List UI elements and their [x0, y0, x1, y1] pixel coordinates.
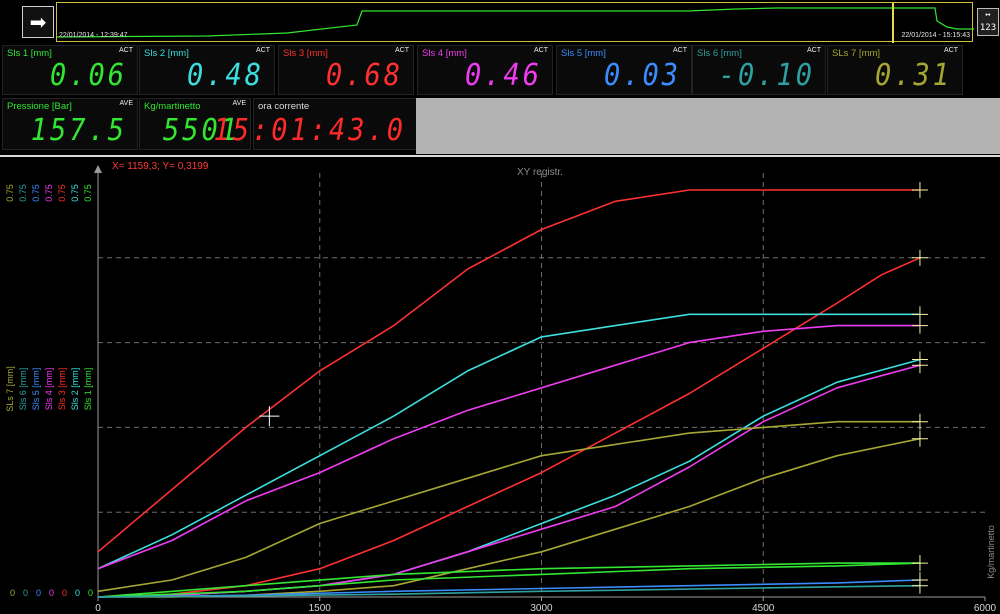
y-zero-value: 0 [75, 588, 80, 598]
y-zero-value: 0 [36, 588, 41, 598]
empty-panel-area [416, 98, 1000, 154]
y-axis-series-label: Sls 3 [mm] [57, 368, 67, 411]
gauge-panel[interactable]: Sls 4 [mm] ACT 0.46 [417, 45, 553, 95]
series-line [97, 358, 921, 598]
gauge-mode: AVE [232, 100, 247, 107]
y-zero-value: 0 [49, 588, 54, 598]
nav-glyph: ➡ [29, 10, 47, 34]
gauge-mode: ACT [807, 47, 821, 54]
gauge-panel[interactable]: Sls 6 [mm] ACT -0.10 [692, 45, 826, 95]
gauge-label: Kg/martinetto [144, 101, 201, 112]
gauge-mode: ACT [944, 47, 958, 54]
autoscale-123-icon[interactable]: ↔ 123 [977, 8, 999, 36]
x-tick-label: 1500 [309, 603, 332, 614]
gauge-mode: ACT [256, 47, 270, 54]
y-axis-series-label: Sls 2 [mm] [70, 368, 80, 411]
gauge-label: SLs 7 [mm] [832, 48, 881, 59]
y-zero-value: 0 [62, 588, 67, 598]
gauge-value: 0.03 [603, 58, 681, 93]
series-line [97, 189, 920, 553]
y-axis-series-label: SLs 7 [mm] [5, 366, 15, 412]
x-tick-label: 3000 [530, 603, 553, 614]
y-axis-series-label: Sls 6 [mm] [18, 368, 28, 411]
gauge-panel[interactable]: Sls 2 [mm] ACT 0.48 [139, 45, 275, 95]
y-axis-series-label: Sls 4 [mm] [44, 368, 54, 411]
gauge-label: ora corrente [258, 101, 310, 112]
gauge-mode: ACT [534, 47, 548, 54]
chart-title: XY registr. [517, 167, 563, 178]
gauge-panel[interactable]: Pressione [Bar] AVE 157.5 [2, 98, 138, 150]
overview-toolbar: ➡ 22/01/2014 - 12:39:47 22/01/2014 - 15:… [0, 0, 1000, 44]
x-tick-label: 4500 [752, 603, 775, 614]
gauge-panel[interactable]: Sls 3 [mm] ACT 0.68 [278, 45, 414, 95]
gauge-value: 0.48 [186, 58, 264, 93]
series-line [98, 437, 921, 598]
overview-end-time: 22/01/2014 - 15:15:43 [901, 32, 970, 39]
y-top-value: 0.75 [83, 184, 93, 202]
gauge-label: Sls 1 [mm] [7, 48, 52, 59]
gauge-panel[interactable]: Sls 5 [mm] ACT 0.03 [556, 45, 692, 95]
gauge-label: Sls 3 [mm] [283, 48, 328, 59]
gauge-value: 15:01:43.0 [213, 113, 406, 148]
gauge-value: 0.31 [874, 58, 952, 93]
right-axis-label: Kg/martinetto [986, 525, 996, 579]
cursor-readout: X= 1159,3; Y= 0,3199 [112, 161, 209, 172]
overview-trend [57, 3, 974, 43]
gauge-label: Sls 4 [mm] [422, 48, 467, 59]
y-zero-value: 0 [10, 588, 15, 598]
y-zero-value: 0 [23, 588, 28, 598]
y-axis-series-label: Sls 1 [mm] [83, 368, 93, 411]
x-tick-label: 6000 [974, 603, 997, 614]
gauge-label: Sls 5 [mm] [561, 48, 606, 59]
y-axis-series-label: Sls 5 [mm] [31, 368, 41, 411]
y-top-value: 0.75 [5, 184, 15, 202]
gauge-mode: ACT [395, 47, 409, 54]
x-tick-label: 0 [95, 603, 101, 614]
gauge-value: 0.46 [464, 58, 542, 93]
y-axis-arrow [94, 165, 102, 173]
gauge-mode: ACT [673, 47, 687, 54]
y-top-value: 0.75 [57, 184, 67, 202]
overview-timeline[interactable]: 22/01/2014 - 12:39:47 22/01/2014 - 15:15… [56, 2, 974, 43]
overview-start-time: 22/01/2014 - 12:39:47 [59, 32, 128, 39]
gauge-value: -0.10 [718, 58, 815, 93]
y-top-value: 0.75 [31, 184, 41, 202]
gauge-panel[interactable]: Sls 1 [mm] ACT 0.06 [2, 45, 138, 95]
y-top-value: 0.75 [44, 184, 54, 202]
scale-glyph: ↔ 123 [979, 10, 997, 33]
y-zero-value: 0 [88, 588, 93, 598]
gauge-label: Sls 2 [mm] [144, 48, 189, 59]
gauge-value: 0.68 [325, 58, 403, 93]
gauge-panel[interactable]: SLs 7 [mm] ACT 0.31 [827, 45, 963, 95]
overview-trend-line [57, 7, 974, 38]
series-line [97, 313, 920, 570]
gauge-mode: AVE [119, 100, 134, 107]
arrow-right-icon[interactable]: ➡ [22, 6, 54, 38]
xy-chart[interactable]: 0 1500 3000 4500 6000 XY registr. X= 1159,3; Y… [0, 155, 1000, 614]
gauge-value: 157.5 [30, 113, 127, 148]
gauge-mode: ACT [119, 47, 133, 54]
xy-chart-canvas[interactable]: 0 1500 3000 4500 6000 XY registr. X= 1159,3; Y… [0, 157, 1000, 614]
series-line [97, 257, 921, 598]
gauge-panel[interactable]: ora corrente 15:01:43.0 [213, 98, 417, 150]
y-top-value: 0.75 [18, 184, 28, 202]
gauge-label: Pressione [Bar] [7, 101, 72, 112]
y-top-value: 0.75 [70, 184, 80, 202]
gauge-value: 0.06 [49, 58, 127, 93]
